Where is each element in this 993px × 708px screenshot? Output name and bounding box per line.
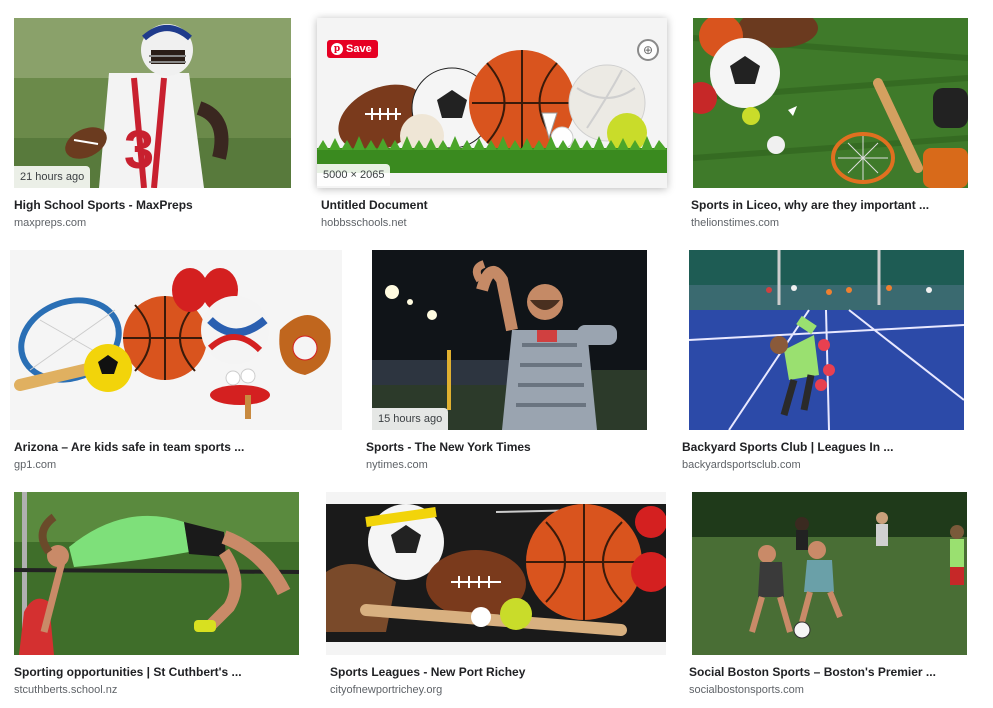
result-title[interactable]: Sports - The New York Times [366,440,656,455]
result-thumbnail[interactable] [10,250,342,430]
result-thumbnail[interactable] [326,492,666,655]
high-jump-athlete-image [14,492,299,655]
result-card[interactable]: Sports Leagues - New Port Richey cityofn… [326,492,671,702]
result-source[interactable]: maxpreps.com [14,216,86,230]
result-thumbnail[interactable]: 3 21 hours ago [14,18,291,188]
result-thumbnail[interactable]: 15 hours ago [372,250,647,430]
baseball-catcher-image [372,250,647,430]
age-badge: 15 hours ago [372,408,449,430]
result-title[interactable]: Sports Leagues - New Port Richey [330,665,660,680]
soccer-players-image [692,492,967,655]
result-source[interactable]: hobbsschools.net [321,216,407,230]
result-title[interactable]: Sporting opportunities | St Cuthbert's .… [14,665,299,680]
result-title[interactable]: Untitled Document [321,198,661,213]
result-title[interactable]: Social Boston Sports – Boston's Premier … [689,665,974,680]
result-title[interactable]: Arizona – Are kids safe in team sports .… [14,440,334,455]
result-title[interactable]: Backyard Sports Club | Leagues In ... [682,440,972,455]
age-badge: 21 hours ago [14,166,91,188]
result-thumbnail[interactable] [692,492,967,655]
result-card[interactable]: Arizona – Are kids safe in team sports .… [10,250,345,475]
save-button-label: Save [346,43,372,55]
dimensions-badge: 5000 × 2065 [317,164,391,186]
svg-text:3: 3 [124,120,154,180]
result-title[interactable]: High School Sports - MaxPreps [14,198,291,213]
result-source[interactable]: stcuthberts.school.nz [14,683,117,697]
result-thumbnail[interactable]: p Save ⊕ 5000 × 2065 [317,18,667,188]
result-source[interactable]: backyardsportsclub.com [682,458,801,472]
result-thumbnail[interactable] [14,492,299,655]
result-thumbnail[interactable] [689,250,964,430]
football-player-image: 3 [14,18,291,188]
sports-equipment-grass-image [693,18,968,188]
lens-search-icon[interactable]: ⊕ [637,39,659,61]
result-card[interactable]: Sporting opportunities | St Cuthbert's .… [14,492,304,702]
dodgeball-court-image [689,250,964,430]
result-card[interactable]: Sports in Liceo, why are they important … [691,18,971,233]
result-source[interactable]: gp1.com [14,458,56,472]
sports-equipment-image [10,250,342,430]
pinterest-save-button[interactable]: p Save [327,40,378,58]
result-source[interactable]: cityofnewportrichey.org [330,683,442,697]
result-card[interactable]: Social Boston Sports – Boston's Premier … [689,492,979,702]
result-source[interactable]: socialbostonsports.com [689,683,804,697]
result-source[interactable]: thelionstimes.com [691,216,779,230]
result-card[interactable]: 3 21 hours ago High School Sports - MaxP… [14,18,294,233]
result-card[interactable]: 15 hours ago Sports - The New York Times… [362,250,662,475]
result-card[interactable]: Backyard Sports Club | Leagues In ... ba… [678,250,978,475]
result-title[interactable]: Sports in Liceo, why are they important … [691,198,969,213]
result-card[interactable]: p Save ⊕ 5000 × 2065 Untitled Document h… [317,18,667,233]
sports-gear-pile-image [326,492,666,655]
result-source[interactable]: nytimes.com [366,458,428,472]
pinterest-icon: p [331,43,343,55]
result-thumbnail[interactable] [693,18,968,188]
